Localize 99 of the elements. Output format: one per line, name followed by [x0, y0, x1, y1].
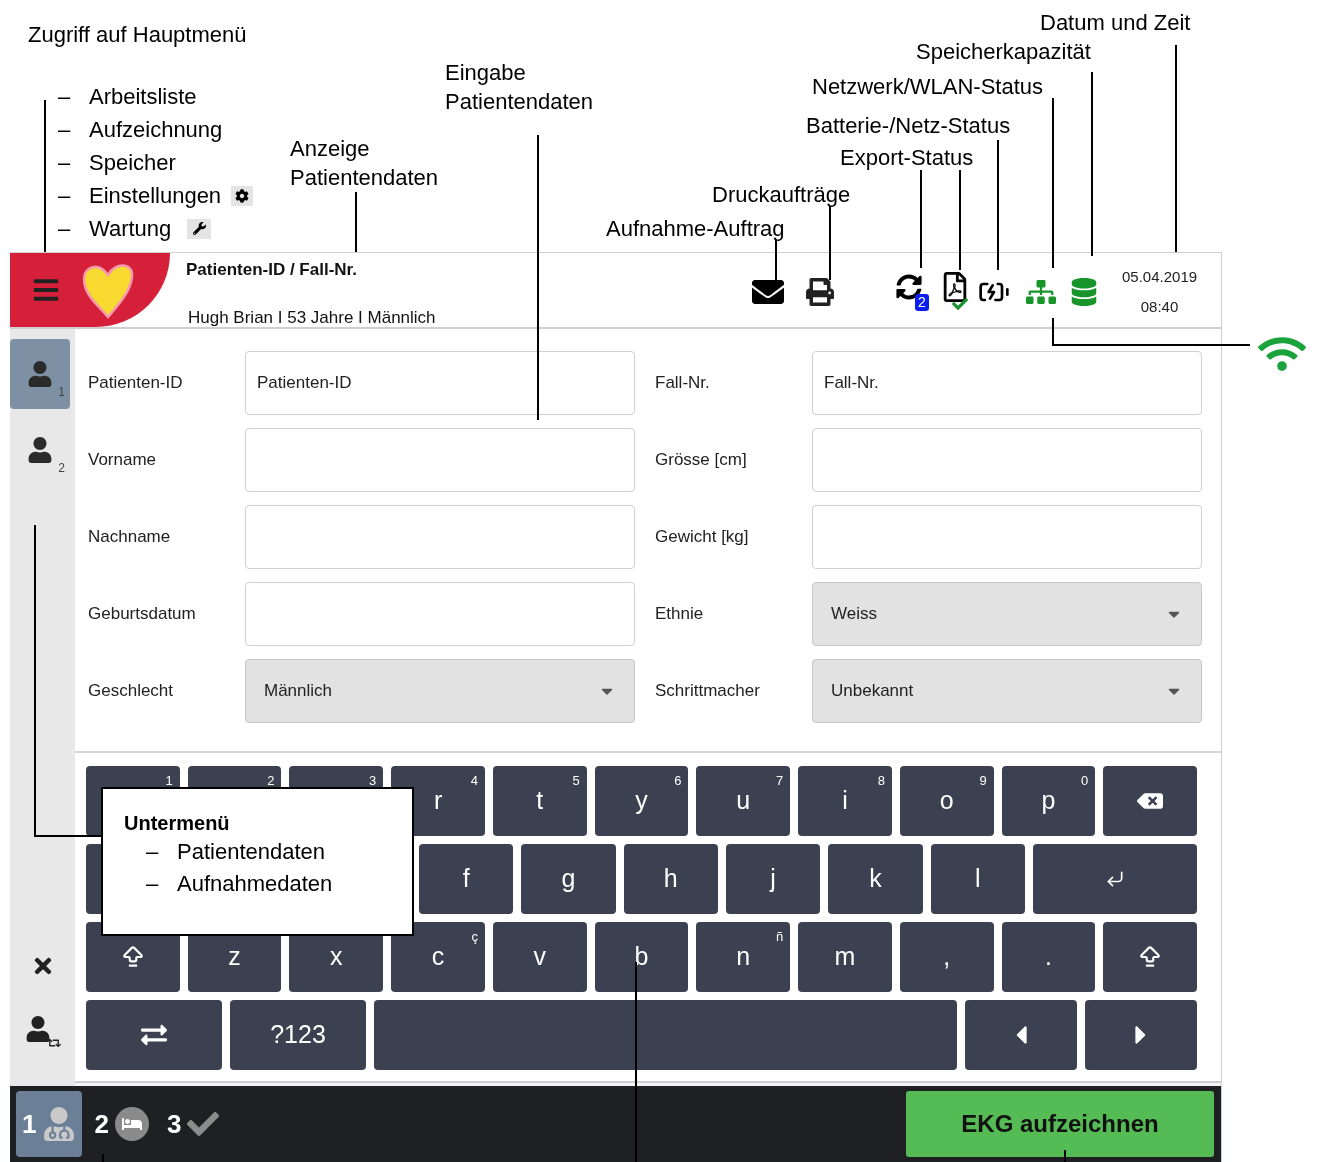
wrench-icon: [187, 218, 212, 239]
input-field[interactable]: Fall-Nr.: [812, 351, 1202, 415]
step-tab[interactable]: 3: [160, 1091, 226, 1157]
annotation-text: Aufnahme-Auftrag: [606, 215, 785, 243]
printer-icon: [806, 278, 834, 306]
annotation-text: Druckaufträge: [712, 181, 851, 209]
field-label: Patienten-ID: [88, 372, 184, 395]
annotation-text: Einstellungen: [89, 182, 222, 210]
bed-icon: [114, 1107, 149, 1141]
keyboard-key[interactable]: ?123: [230, 1000, 366, 1070]
annotation-text: Netzwerk/WLAN-Status: [812, 73, 1044, 101]
annotation-text: Export-Status: [840, 144, 974, 172]
keyboard-key[interactable]: c ç: [391, 922, 485, 992]
keyboard-key[interactable]: j: [726, 844, 821, 914]
time-text: 08:40: [1140, 297, 1179, 317]
input-field[interactable]: [245, 428, 635, 492]
network-icon: [1026, 277, 1056, 307]
annotation-text: Arbeitsliste: [89, 83, 197, 111]
user-icon: [27, 361, 53, 387]
list-dash: –: [58, 149, 72, 177]
annotation-text: Zugriff auf Hauptmenü: [28, 22, 247, 48]
leader-line: [355, 191, 357, 253]
annotation-text: Eingabe Patientendaten: [445, 59, 595, 116]
list-dash: –: [58, 83, 72, 111]
annotation-text: Wartung: [89, 215, 172, 243]
keyboard-key[interactable]: m: [798, 922, 892, 992]
keyboard-key[interactable]: u 7: [696, 766, 791, 836]
enter-icon: [1104, 869, 1125, 889]
field-label: Vorname: [88, 449, 158, 472]
input-field[interactable]: [812, 428, 1202, 492]
select-field[interactable]: Weiss: [812, 582, 1202, 646]
keyboard-key[interactable]: ,: [899, 922, 994, 992]
annotation-text: Speicher: [89, 149, 176, 177]
backspace-key[interactable]: [1103, 766, 1198, 836]
user-icon: [27, 437, 53, 463]
annotation-text: Datum und Zeit: [1040, 9, 1191, 37]
step-tab[interactable]: 2: [88, 1091, 155, 1157]
keyboard-key[interactable]: n ñ: [696, 922, 791, 992]
input-field[interactable]: [245, 505, 635, 569]
keyboard-key[interactable]: k: [828, 844, 923, 914]
date-text: 05.04.2019: [1122, 266, 1198, 287]
keyboard-key[interactable]: b: [594, 922, 689, 992]
record-ecg-button[interactable]: EKG aufzeichnen: [906, 1091, 1214, 1157]
keyboard-key[interactable]: l: [930, 844, 1025, 914]
leader-line: [1064, 1149, 1066, 1162]
patient-info: Hugh Brian I 53 Jahre I Männlich: [188, 306, 437, 329]
step-tab[interactable]: 1: [16, 1091, 83, 1157]
leader-line: [102, 1153, 104, 1162]
annotation-text: Aufzeichnung: [89, 116, 223, 144]
annotation-text: Anzeige Patientendaten: [290, 135, 440, 192]
list-dash: –: [58, 182, 72, 210]
keyboard-key[interactable]: g: [521, 844, 616, 914]
input-field[interactable]: Patienten-ID: [245, 351, 635, 415]
enter-key[interactable]: [1032, 844, 1197, 914]
gear-icon: [231, 185, 254, 206]
annotation-text: Speicherkapazität: [916, 38, 1091, 66]
menu-icon: [32, 276, 60, 304]
select-field[interactable]: Unbekannt: [812, 659, 1202, 723]
list-dash: –: [58, 116, 72, 144]
field-label: Schrittmacher: [655, 680, 761, 703]
callout-title: Untermenü: [124, 811, 231, 835]
select-field[interactable]: Männlich: [245, 659, 635, 723]
keyboard-key[interactable]: o 9: [899, 766, 994, 836]
space-key[interactable]: [374, 1000, 957, 1070]
keyboard-key[interactable]: h: [623, 844, 718, 914]
field-label: Ethnie: [655, 603, 705, 626]
keyboard-key[interactable]: .: [1001, 922, 1096, 992]
field-label: Nachname: [88, 526, 172, 549]
annotation-text: Aufnahmedaten: [177, 869, 333, 898]
database-icon: [1070, 278, 1098, 306]
keyboard-key[interactable]: t 5: [492, 766, 587, 836]
cursor-left-key[interactable]: [965, 1000, 1077, 1070]
menu-button[interactable]: [32, 276, 60, 304]
header-title: Patienten-ID / Fall-Nr.: [186, 259, 358, 281]
field-label: Geschlecht: [88, 680, 175, 703]
patient-tab[interactable]: 2: [10, 415, 70, 485]
list-dash: –: [146, 837, 160, 866]
count-badge: 2: [915, 294, 929, 311]
field-label: Fall-Nr.: [655, 372, 711, 395]
list-dash: –: [146, 869, 160, 898]
keyboard-key[interactable]: y 6: [594, 766, 689, 836]
field-label: Grösse [cm]: [655, 449, 748, 472]
swap-icon: [141, 1022, 167, 1048]
cursor-right-key[interactable]: [1085, 1000, 1197, 1070]
keyboard-key[interactable]: p 0: [1001, 766, 1096, 836]
list-dash: –: [58, 215, 72, 243]
field-label: Gewicht [kg]: [655, 526, 750, 549]
annotation-text: Patientendaten: [177, 837, 326, 866]
field-label: Geburtsdatum: [88, 603, 197, 626]
leader-line: [775, 239, 777, 281]
input-field[interactable]: [245, 582, 635, 646]
doctor-icon: [42, 1107, 77, 1141]
keyboard-key[interactable]: f: [419, 844, 514, 914]
keyboard-key[interactable]: i 8: [798, 766, 892, 836]
keyboard-key[interactable]: v: [492, 922, 587, 992]
switch-layout-key[interactable]: [86, 1000, 222, 1070]
annotation-text: Batterie-/Netz-Status: [806, 112, 1011, 140]
shift-key[interactable]: [1103, 922, 1198, 992]
input-field[interactable]: [812, 505, 1202, 569]
